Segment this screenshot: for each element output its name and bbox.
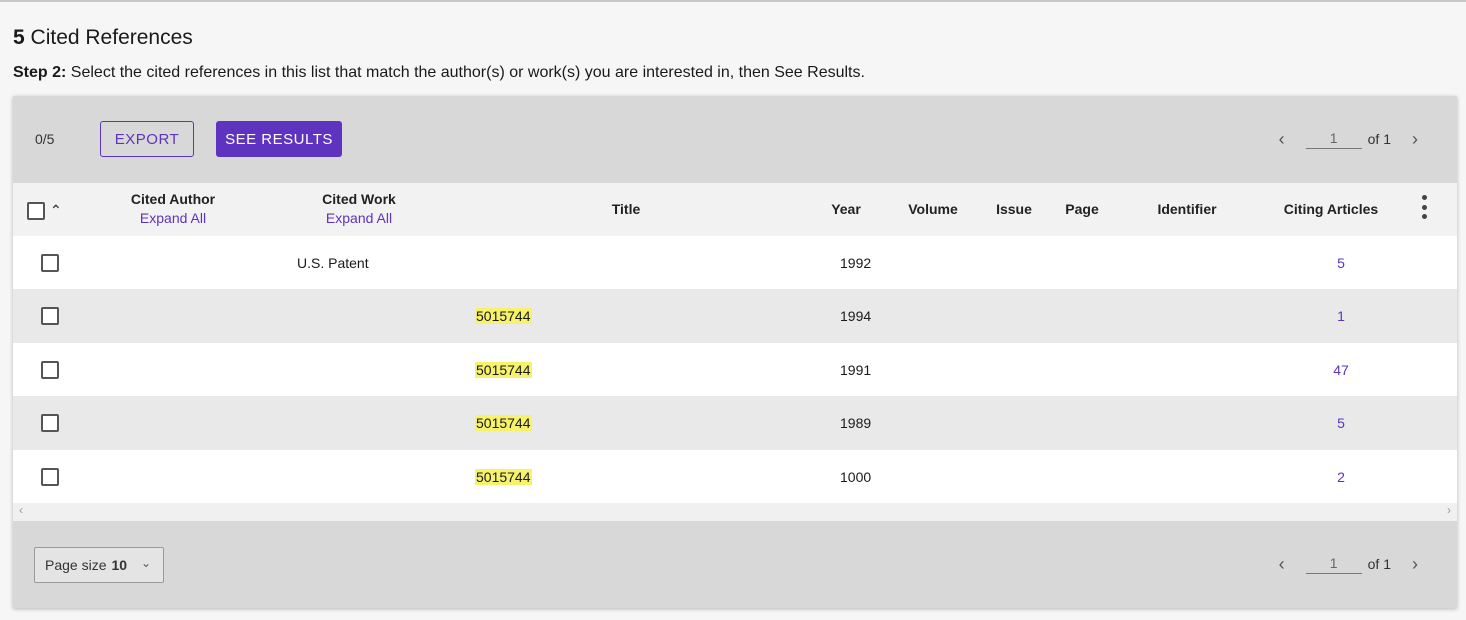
select-all-checkbox[interactable]	[27, 202, 45, 220]
page-size-label: Page size	[45, 557, 107, 573]
title-cell: 5015744	[475, 415, 532, 432]
table-row: 5015744 1989 5	[13, 396, 1457, 450]
row-checkbox[interactable]	[41, 254, 59, 272]
title-cell: 5015744	[475, 468, 532, 485]
pagination-bottom: ‹ 1 of 1 ›	[1272, 552, 1425, 576]
chevron-left-icon[interactable]: ‹	[1272, 129, 1292, 150]
citing-articles-link[interactable]: 5	[1323, 255, 1359, 271]
cited-work-expand-all-link[interactable]: Expand All	[303, 210, 415, 226]
column-options-icon[interactable]	[1417, 195, 1431, 219]
page-number-input[interactable]: 1	[1305, 555, 1362, 574]
chevron-left-icon[interactable]: ‹	[1272, 554, 1292, 575]
column-title[interactable]: Title	[576, 201, 676, 217]
citing-articles-link[interactable]: 5	[1323, 415, 1359, 431]
row-checkbox[interactable]	[41, 360, 59, 379]
scroll-right-icon[interactable]: ›	[1447, 503, 1451, 517]
page-number-input[interactable]: 1	[1305, 130, 1362, 149]
column-cited-work-label: Cited Work	[322, 191, 396, 207]
title-cell: 5015744	[475, 308, 532, 325]
column-year[interactable]: Year	[816, 201, 876, 217]
table-row: U.S. Patent 1992 5	[13, 236, 1457, 290]
chevron-up-icon[interactable]: ⌃	[50, 202, 62, 219]
page-total: of 1	[1367, 556, 1391, 572]
citing-articles-link[interactable]: 1	[1323, 308, 1359, 324]
page-size-select[interactable]: Page size 10 ⌄	[34, 547, 164, 583]
horizontal-scrollbar[interactable]: ‹ ›	[13, 503, 1457, 521]
instructions: Step 2: Select the cited references in t…	[13, 64, 865, 82]
step-label: Step 2:	[13, 64, 67, 81]
reference-count: 5	[13, 26, 25, 49]
top-divider	[0, 0, 1466, 2]
title-cell: 5015744	[475, 361, 532, 378]
page-total: of 1	[1367, 131, 1391, 147]
selection-count: 0/5	[35, 131, 55, 147]
cited-author-expand-all-link[interactable]: Expand All	[113, 210, 233, 226]
scroll-left-icon[interactable]: ‹	[19, 503, 23, 517]
column-identifier[interactable]: Identifier	[1143, 201, 1231, 217]
pagination-top: ‹ 1 of 1 ›	[1272, 127, 1425, 151]
page-title: 5 Cited References	[13, 26, 193, 50]
toolbar: 0/5 EXPORT SEE RESULTS ‹ 1 of 1 ›	[13, 96, 1457, 183]
page-size-value: 10	[111, 557, 128, 573]
row-checkbox[interactable]	[41, 307, 59, 326]
column-volume[interactable]: Volume	[898, 201, 968, 217]
column-citing-articles[interactable]: Citing Articles	[1275, 201, 1387, 217]
column-page[interactable]: Page	[1057, 201, 1107, 217]
year-cell: 1989	[840, 415, 872, 432]
year-cell: 1000	[840, 468, 872, 485]
cited-work-cell: U.S. Patent	[297, 255, 369, 271]
column-cited-work: Cited Work Expand All	[303, 191, 415, 226]
row-checkbox[interactable]	[41, 467, 59, 486]
page-title-text: Cited References	[30, 26, 193, 49]
year-cell: 1991	[840, 361, 872, 378]
export-button[interactable]: EXPORT	[100, 121, 194, 157]
column-cited-author: Cited Author Expand All	[113, 191, 233, 226]
table-row: 5015744 1994 1	[13, 289, 1457, 343]
chevron-right-icon[interactable]: ›	[1405, 129, 1425, 150]
column-cited-author-label: Cited Author	[130, 191, 216, 207]
table-row: 5015744 1991 47	[13, 342, 1457, 397]
citing-articles-link[interactable]: 47	[1323, 362, 1359, 378]
results-panel: 0/5 EXPORT SEE RESULTS ‹ 1 of 1 › ⌃ Cite…	[13, 96, 1457, 608]
year-cell: 1994	[840, 308, 872, 325]
citing-articles-link[interactable]: 2	[1323, 469, 1359, 485]
see-results-button[interactable]: SEE RESULTS	[216, 121, 342, 157]
column-issue[interactable]: Issue	[986, 201, 1042, 217]
step-text: Select the cited references in this list…	[70, 64, 865, 81]
row-checkbox[interactable]	[41, 414, 59, 433]
table-row: 5015744 1000 2	[13, 449, 1457, 503]
year-cell: 1992	[840, 255, 872, 271]
chevron-right-icon[interactable]: ›	[1405, 554, 1425, 575]
table-body: U.S. Patent 1992 5 5015744 1994 1 501574…	[13, 236, 1457, 503]
table-header: ⌃ Cited Author Expand All Cited Work Exp…	[13, 183, 1457, 236]
chevron-down-icon: ⌄	[140, 556, 151, 570]
